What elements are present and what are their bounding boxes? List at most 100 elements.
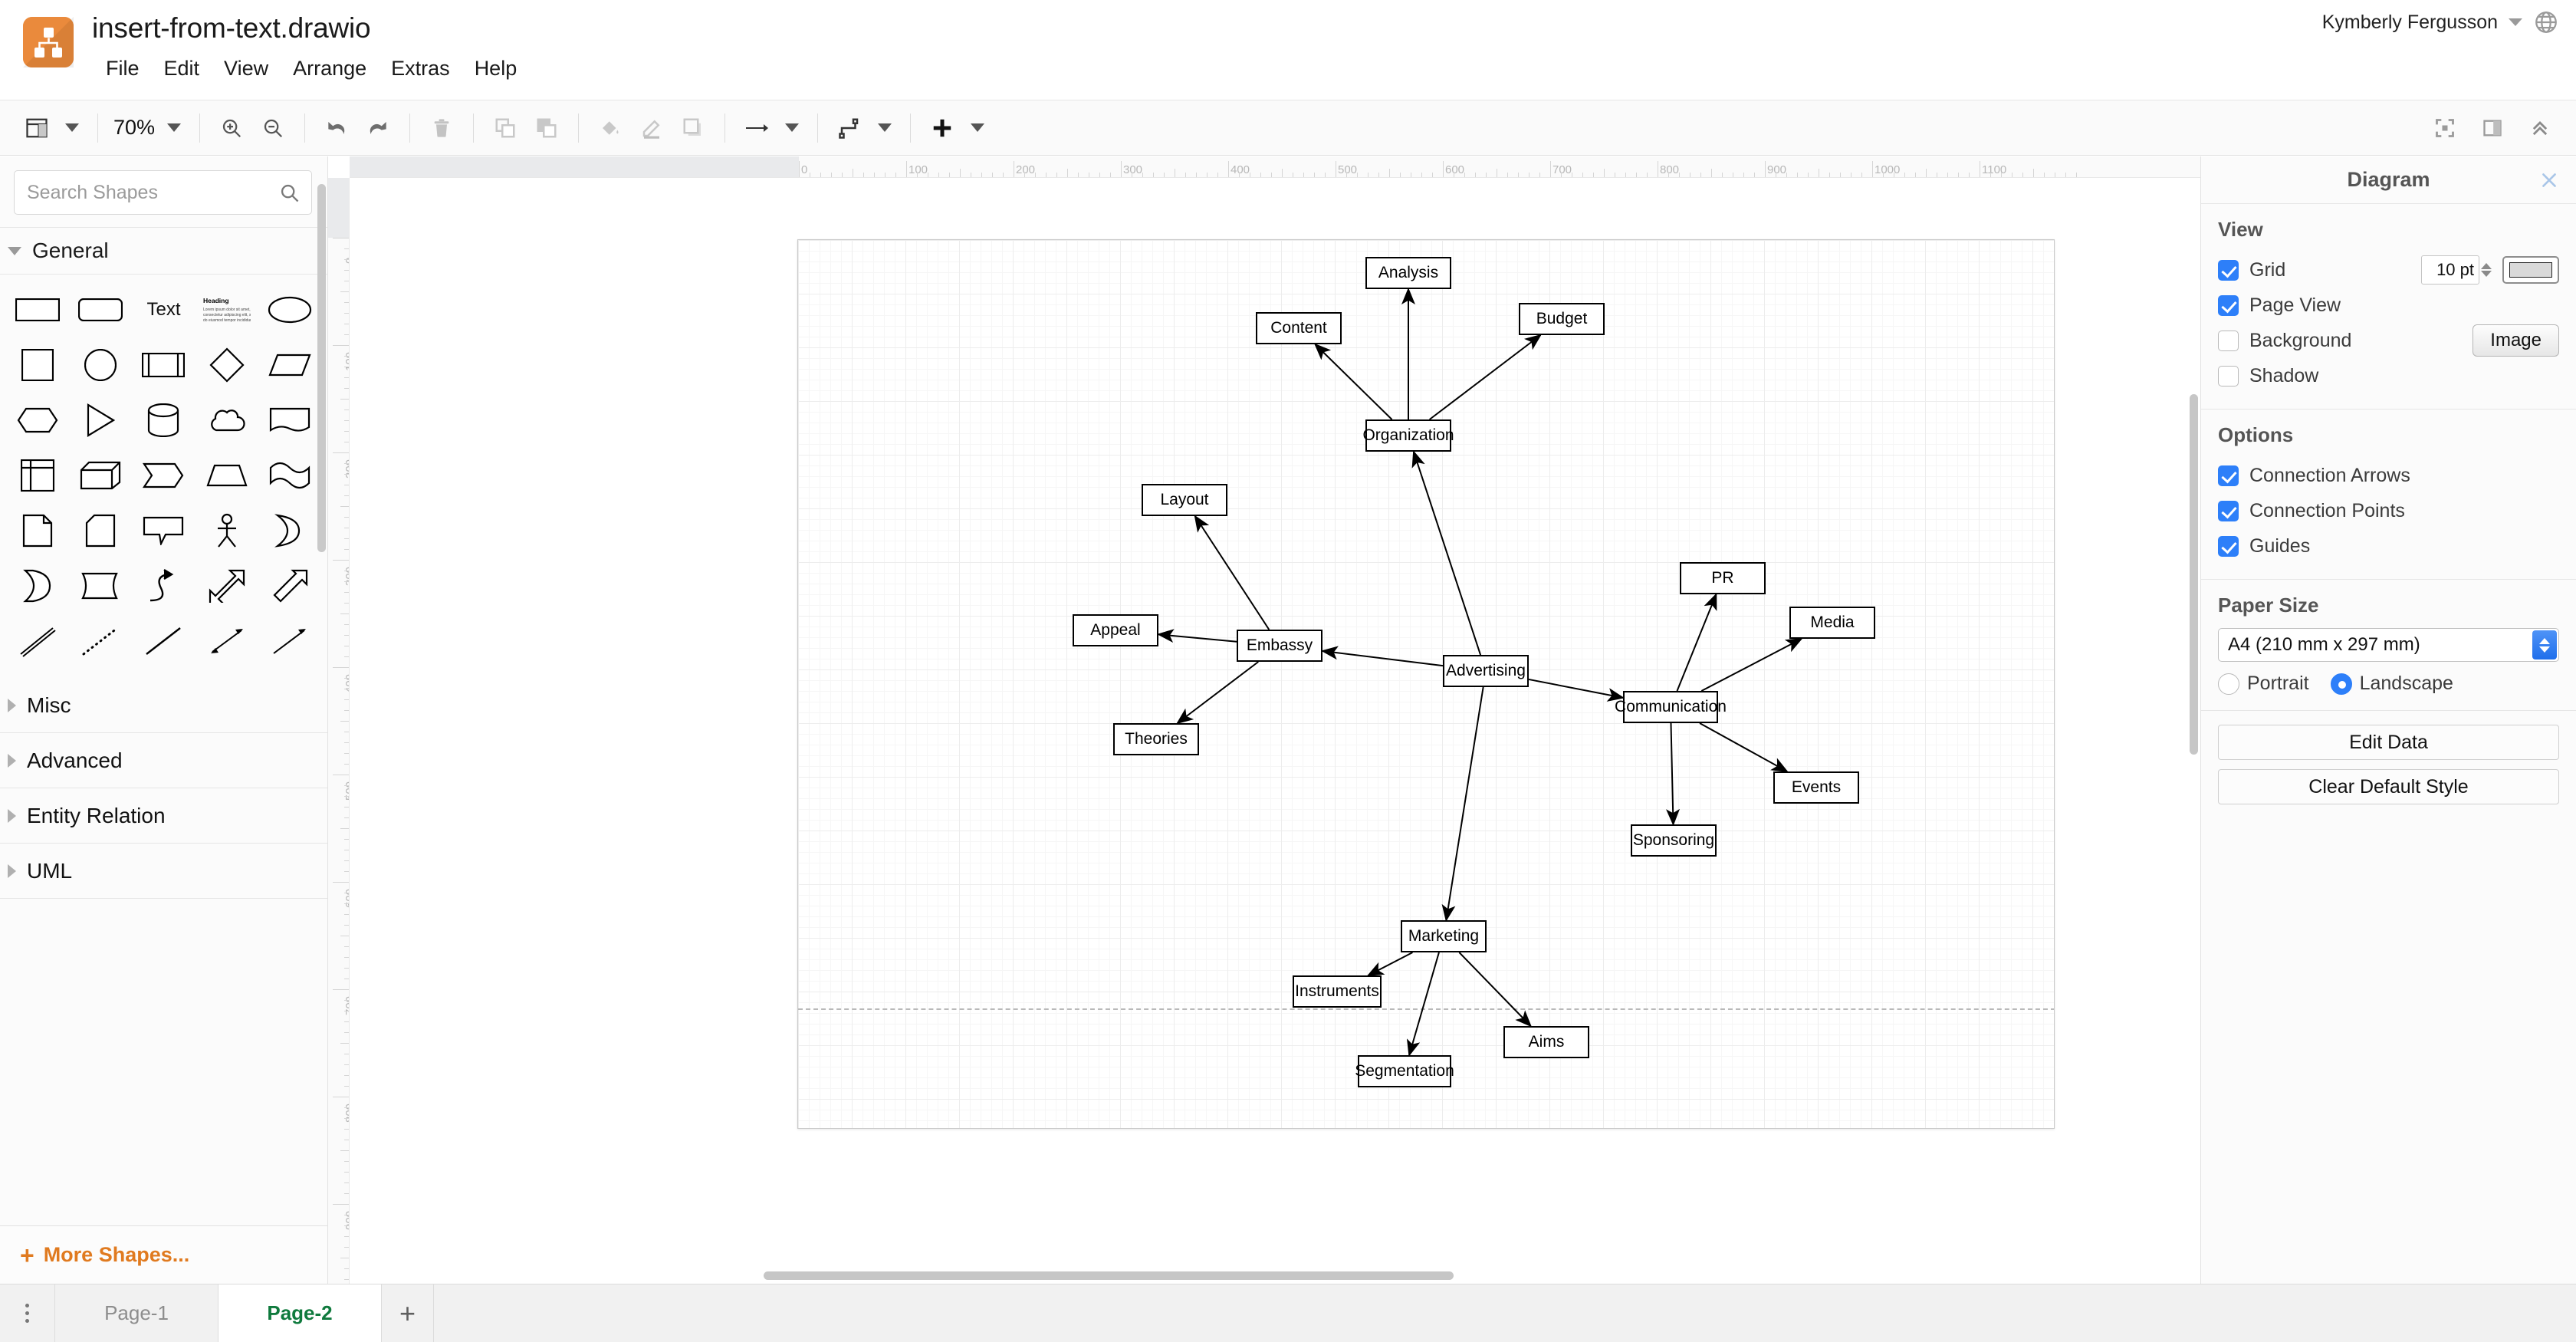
- page-tab-page-1[interactable]: Page-1: [55, 1284, 219, 1342]
- add-page-button[interactable]: +: [382, 1284, 434, 1342]
- diagram-node-pr[interactable]: PR: [1680, 562, 1766, 594]
- send-to-back-icon[interactable]: [526, 107, 567, 149]
- shape-tape[interactable]: [258, 449, 321, 502]
- diagram-edge-communication-to-pr[interactable]: [1676, 593, 1717, 692]
- diagram-node-communication[interactable]: Communication: [1615, 691, 1727, 723]
- shape-rounded-rectangle[interactable]: [69, 284, 132, 336]
- diagram-node-layout[interactable]: Layout: [1142, 484, 1227, 516]
- chevron-updown-icon[interactable]: [2532, 630, 2557, 659]
- shape-text[interactable]: Text: [132, 284, 195, 336]
- view-layout-caret-icon[interactable]: [65, 123, 79, 132]
- shapes-panel-scrollbar-thumb[interactable]: [317, 184, 326, 552]
- portrait-radio[interactable]: [2218, 673, 2239, 695]
- diagram-node-embassy[interactable]: Embassy: [1237, 630, 1322, 662]
- diagram-edge-communication-to-sponsoring[interactable]: [1666, 722, 1681, 826]
- zoom-caret-icon[interactable]: [167, 123, 182, 132]
- connection-arrow-icon[interactable]: [736, 107, 777, 149]
- zoom-out-icon[interactable]: [252, 107, 294, 149]
- shape-directional-connector[interactable]: [258, 615, 321, 667]
- guides-checkbox[interactable]: [2218, 535, 2239, 557]
- diagram-node-appeal[interactable]: Appeal: [1073, 614, 1158, 646]
- waypoints-icon[interactable]: [829, 107, 870, 149]
- diagram-edge-marketing-to-aims[interactable]: [1458, 952, 1533, 1028]
- diagram-edge-communication-to-events[interactable]: [1699, 722, 1789, 772]
- shape-section-misc[interactable]: Misc: [0, 678, 327, 733]
- shape-cube[interactable]: [69, 449, 132, 502]
- menu-help[interactable]: Help: [462, 54, 530, 84]
- diagram-node-aims[interactable]: Aims: [1503, 1026, 1589, 1058]
- shape-process[interactable]: [132, 339, 195, 391]
- menu-arrange[interactable]: Arrange: [281, 54, 379, 84]
- background-checkbox[interactable]: [2218, 330, 2239, 351]
- v-scrollbar[interactable]: [2188, 187, 2199, 1245]
- shape-table[interactable]: [6, 449, 69, 502]
- diagram-node-budget[interactable]: Budget: [1519, 303, 1605, 335]
- chevron-down-icon[interactable]: [2509, 18, 2522, 26]
- diagram-edge-organization-to-budget[interactable]: [1429, 334, 1542, 420]
- diagram-node-organization[interactable]: Organization: [1362, 419, 1454, 452]
- shadow-icon[interactable]: [672, 107, 714, 149]
- kebab-menu-icon[interactable]: [0, 1284, 55, 1342]
- diagram-edge-advertising-to-embassy[interactable]: [1321, 646, 1444, 667]
- background-image-button[interactable]: Image: [2472, 324, 2559, 357]
- diagram-node-analysis[interactable]: Analysis: [1365, 257, 1451, 289]
- shape-bidirectional-arrow[interactable]: [196, 560, 258, 612]
- shape-section-advanced[interactable]: Advanced: [0, 733, 327, 788]
- globe-icon[interactable]: [2533, 9, 2559, 35]
- shape-bidirectional-line-arrow[interactable]: [196, 615, 258, 667]
- diagram-node-sponsoring[interactable]: Sponsoring: [1631, 824, 1717, 857]
- diagram-node-theories[interactable]: Theories: [1113, 723, 1199, 755]
- plus-icon[interactable]: [922, 107, 963, 149]
- zoom-in-icon[interactable]: [211, 107, 252, 149]
- shape-cloud[interactable]: [196, 394, 258, 446]
- fill-color-icon[interactable]: [590, 107, 631, 149]
- shape-card[interactable]: [69, 505, 132, 557]
- fullscreen-icon[interactable]: [2424, 107, 2466, 149]
- diagram-node-marketing[interactable]: Marketing: [1401, 920, 1487, 952]
- waypoints-caret-icon[interactable]: [878, 123, 892, 132]
- diagram-edge-advertising-to-marketing[interactable]: [1441, 686, 1484, 922]
- shape-textbox[interactable]: Heading Lorem ipsum dolor sit amet, cons…: [196, 284, 258, 336]
- menu-file[interactable]: File: [92, 54, 152, 84]
- clear-default-style-button[interactable]: Clear Default Style: [2218, 769, 2559, 804]
- diagram-node-media[interactable]: Media: [1789, 607, 1875, 639]
- menu-view[interactable]: View: [212, 54, 281, 84]
- shape-step[interactable]: [132, 449, 195, 502]
- paper-size-select[interactable]: A4 (210 mm x 297 mm): [2218, 628, 2559, 662]
- diagram-node-segmentation[interactable]: Segmentation: [1355, 1055, 1454, 1087]
- chevron-up-double-icon[interactable]: [2519, 107, 2561, 149]
- shape-callout[interactable]: [132, 505, 195, 557]
- diagram-node-content[interactable]: Content: [1256, 312, 1342, 344]
- diagram-node-events[interactable]: Events: [1773, 771, 1859, 804]
- menu-edit[interactable]: Edit: [152, 54, 212, 84]
- insert-caret-icon[interactable]: [971, 123, 985, 132]
- shape-data-storage[interactable]: [69, 560, 132, 612]
- connection-arrows-checkbox[interactable]: [2218, 465, 2239, 486]
- shape-actor[interactable]: [196, 505, 258, 557]
- search-input[interactable]: [15, 171, 311, 214]
- diagram-edge-advertising-to-communication[interactable]: [1528, 678, 1625, 702]
- canvas-scroll-region[interactable]: Analysis Content Budget Organization Layout P…: [350, 178, 2200, 1284]
- shape-dashed-line[interactable]: [69, 615, 132, 667]
- shape-curved-arrow[interactable]: [132, 560, 195, 612]
- line-color-icon[interactable]: [631, 107, 672, 149]
- shape-parallelogram[interactable]: [258, 339, 321, 391]
- stepper-down-icon[interactable]: [2481, 271, 2492, 277]
- shape-section-entity-relation[interactable]: Entity Relation: [0, 788, 327, 844]
- h-scrollbar-thumb[interactable]: [764, 1271, 1454, 1280]
- close-icon[interactable]: [2539, 170, 2559, 190]
- canvas-area[interactable]: 0 100 200 300 400 500 600 700 800 900 1000 1100 0 10…: [328, 156, 2200, 1284]
- diagram-edge-advertising-to-organization[interactable]: [1411, 450, 1482, 656]
- trash-icon[interactable]: [421, 107, 462, 149]
- diagram-node-instruments[interactable]: Instruments: [1293, 975, 1382, 1008]
- zoom-level-label[interactable]: 70%: [109, 116, 159, 140]
- diagram-edge-organization-to-content[interactable]: [1314, 343, 1393, 420]
- shape-diamond[interactable]: [196, 339, 258, 391]
- connection-points-checkbox[interactable]: [2218, 500, 2239, 521]
- page-tab-page-2[interactable]: Page-2: [219, 1284, 382, 1342]
- shape-line[interactable]: [132, 615, 195, 667]
- grid-checkbox[interactable]: [2218, 259, 2239, 281]
- shape-ellipse[interactable]: [258, 284, 321, 336]
- v-scrollbar-thumb[interactable]: [2190, 394, 2198, 755]
- edit-data-button[interactable]: Edit Data: [2218, 725, 2559, 760]
